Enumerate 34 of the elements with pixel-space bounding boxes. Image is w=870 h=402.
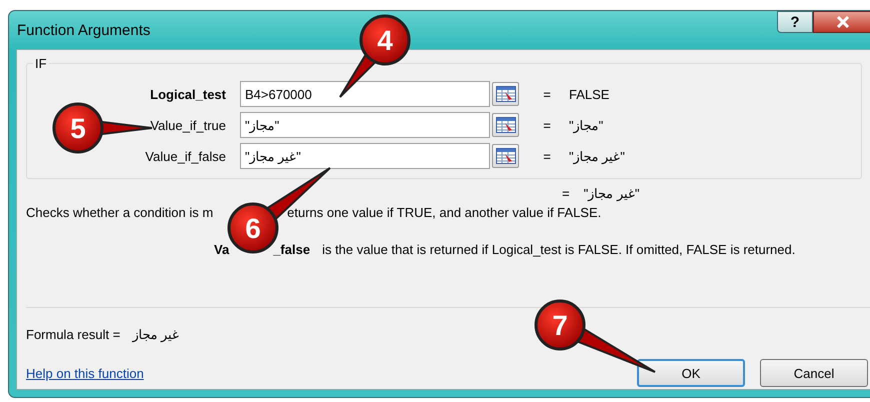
range-select-icon: [496, 86, 516, 102]
argument-label: Logical_test: [150, 86, 226, 102]
equals-sign: =: [542, 148, 552, 164]
close-icon: [836, 16, 850, 28]
ok-button[interactable]: OK: [637, 359, 745, 387]
formula-result-label: Formula result =: [26, 327, 120, 342]
range-select-icon: [496, 148, 516, 164]
argument-field[interactable]: "مجاز": [240, 112, 490, 138]
equals-sign: =: [561, 186, 570, 201]
collapse-dialog-button[interactable]: [492, 113, 519, 137]
formula-result-value: غير مجاز: [132, 327, 179, 342]
function-description: eturns one value if TRUE, and another value if FALSE.: [287, 205, 602, 220]
range-select-icon: [496, 117, 516, 133]
window-title: Function Arguments: [17, 22, 150, 38]
argument-name: Va: [214, 242, 230, 257]
function-description: Checks whether a condition is m: [26, 205, 214, 220]
help-link[interactable]: Help on this function: [26, 366, 144, 380]
function-result: "غير مجاز": [582, 186, 640, 201]
argument-field[interactable]: B4>670000: [240, 81, 490, 107]
argument-label: Value_if_true: [150, 118, 226, 132]
equals-sign: =: [542, 86, 552, 102]
argument-description: is the value that is returned if Logical_test is FALSE. If omitted, FALSE is returned.: [322, 242, 796, 257]
group-title: IF: [33, 56, 49, 71]
collapse-dialog-button[interactable]: [492, 82, 519, 106]
collapse-dialog-button[interactable]: [492, 144, 519, 168]
cancel-button[interactable]: Cancel: [760, 359, 868, 387]
argument-result: FALSE: [568, 86, 610, 102]
close-button[interactable]: [813, 11, 870, 33]
equals-sign: =: [542, 118, 552, 132]
argument-field[interactable]: "غير مجاز": [240, 143, 490, 169]
argument-result: "مجاز": [568, 118, 604, 132]
help-button[interactable]: ?: [777, 11, 813, 33]
argument-name: _false: [273, 242, 310, 257]
argument-result: "غير مجاز": [568, 148, 626, 164]
